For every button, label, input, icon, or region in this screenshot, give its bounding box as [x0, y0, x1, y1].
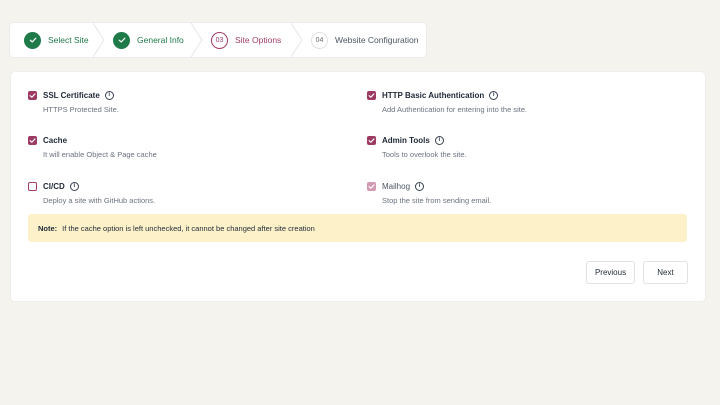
- mailhog-checkbox: [367, 181, 376, 191]
- cache-note-banner: Note: If the cache option is left unchec…: [28, 214, 687, 242]
- note-text: If the cache option is left unchecked, i…: [62, 223, 315, 233]
- option-description: Tools to overlook the site.: [382, 150, 467, 159]
- option-title: Cache: [43, 135, 68, 145]
- step-number: 03: [211, 31, 228, 49]
- info-icon[interactable]: i: [104, 90, 114, 100]
- option-description: HTTPS Protected Site.: [43, 105, 119, 114]
- step-number: 04: [311, 31, 328, 49]
- option-title: Admin Tools: [382, 135, 430, 145]
- info-icon[interactable]: i: [434, 135, 444, 145]
- ci-cd-checkbox[interactable]: [28, 181, 37, 191]
- option-description: Stop the site from sending email.: [382, 196, 492, 205]
- site-options-card: SSL Certificate i HTTPS Protected Site. …: [11, 72, 705, 301]
- step-website-configuration[interactable]: 04 Website Configuration: [297, 23, 426, 57]
- option-description: Add Authentication for entering into the…: [382, 105, 528, 114]
- progress-stepper: Select Site General Info 03 Site Options…: [10, 23, 426, 57]
- check-icon: [113, 31, 130, 49]
- ssl-certificate-checkbox[interactable]: [28, 90, 37, 100]
- next-button[interactable]: Next: [643, 261, 688, 284]
- option-ssl-certificate: SSL Certificate i HTTPS Protected Site.: [28, 89, 119, 114]
- http-basic-auth-checkbox[interactable]: [367, 90, 376, 100]
- option-description: It will enable Object & Page cache: [43, 150, 157, 159]
- option-title: SSL Certificate: [43, 90, 100, 100]
- option-title: CI/CD: [43, 181, 65, 191]
- step-site-options[interactable]: 03 Site Options: [197, 23, 303, 57]
- step-label: Site Options: [235, 35, 282, 45]
- info-icon[interactable]: i: [489, 90, 499, 100]
- step-label: Website Configuration: [335, 35, 419, 45]
- info-icon[interactable]: i: [69, 181, 79, 191]
- option-ci-cd: CI/CD i Deploy a site with GitHub action…: [28, 180, 155, 205]
- check-icon: [24, 31, 41, 49]
- step-label: General Info: [137, 35, 184, 45]
- admin-tools-checkbox[interactable]: [367, 135, 376, 145]
- option-cache: Cache It will enable Object & Page cache: [28, 134, 157, 159]
- option-title: HTTP Basic Authentication: [382, 90, 485, 100]
- option-description: Deploy a site with GitHub actions.: [43, 196, 156, 205]
- step-general-info[interactable]: General Info: [99, 23, 203, 57]
- cache-checkbox[interactable]: [28, 135, 37, 145]
- step-select-site[interactable]: Select Site: [10, 23, 105, 57]
- option-title: Mailhog: [382, 181, 411, 191]
- option-http-basic-auth: HTTP Basic Authentication i Add Authenti…: [367, 89, 527, 114]
- option-admin-tools: Admin Tools i Tools to overlook the site…: [367, 134, 467, 159]
- previous-button[interactable]: Previous: [586, 261, 635, 284]
- note-label: Note:: [38, 223, 58, 233]
- step-label: Select Site: [48, 35, 89, 45]
- info-icon[interactable]: i: [415, 181, 425, 191]
- option-mailhog: Mailhog i Stop the site from sending ema…: [367, 180, 491, 205]
